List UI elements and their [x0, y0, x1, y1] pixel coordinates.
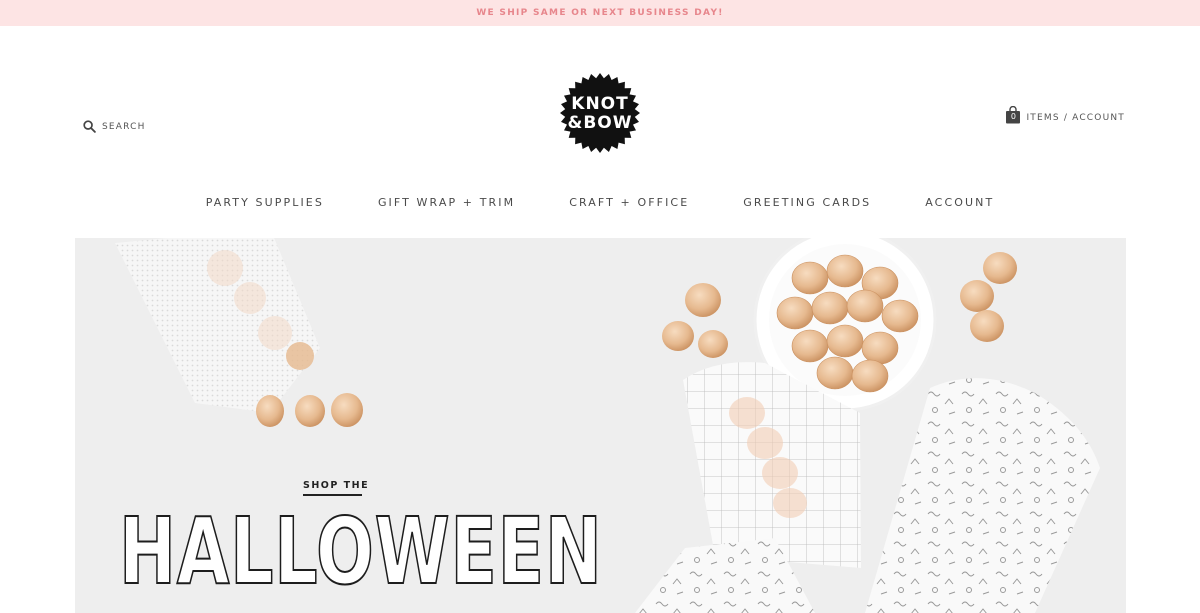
- nav-greeting-cards[interactable]: GREETING CARDS: [743, 196, 871, 209]
- bowl-candy: [846, 289, 884, 323]
- logo-badge: KNOT &BOW: [560, 73, 640, 153]
- loose-candies-left: [256, 393, 363, 427]
- search-icon: [83, 120, 96, 133]
- nav-party-supplies[interactable]: PARTY SUPPLIES: [206, 196, 324, 209]
- announcement-bar: WE SHIP SAME OR NEXT BUSINESS DAY!: [0, 0, 1200, 26]
- patterned-paper-bag: [865, 378, 1100, 613]
- hero-banner[interactable]: SHOP THE HALLOWEEN: [75, 238, 1126, 613]
- logo-line-1: KNOT: [571, 94, 628, 114]
- hero-title: HALLOWEEN: [118, 498, 603, 605]
- hero-eyebrow: SHOP THE: [303, 480, 370, 491]
- search-button[interactable]: SEARCH: [83, 120, 146, 133]
- nav-account[interactable]: ACCOUNT: [925, 196, 994, 209]
- cart-count: 0: [1010, 112, 1016, 121]
- announcement-text: WE SHIP SAME OR NEXT BUSINESS DAY!: [476, 8, 724, 18]
- bowl-candy: [816, 356, 854, 390]
- bowl-candy: [826, 324, 864, 358]
- loose-candies-middle: [662, 283, 728, 358]
- bowl-candy: [861, 331, 899, 365]
- bowl-candy: [811, 291, 849, 325]
- cart-account-link[interactable]: 0 ITEMS / ACCOUNT: [1005, 106, 1125, 124]
- hero-eyebrow-underline: [303, 494, 362, 496]
- site-logo[interactable]: KNOT &BOW: [559, 73, 641, 153]
- loose-candies-right: [960, 252, 1017, 342]
- bowl-candy: [826, 254, 864, 288]
- bowl-candy: [776, 296, 814, 330]
- nav-gift-wrap-trim[interactable]: GIFT WRAP + TRIM: [378, 196, 515, 209]
- bowl-candy: [881, 299, 919, 333]
- bowl-candy: [791, 329, 829, 363]
- bowl-candy: [791, 261, 829, 295]
- main-nav: PARTY SUPPLIES GIFT WRAP + TRIM CRAFT + …: [0, 196, 1200, 209]
- cart-bag[interactable]: 0: [1005, 106, 1021, 124]
- search-label: SEARCH: [102, 121, 146, 132]
- items-account-label: ITEMS / ACCOUNT: [1026, 113, 1125, 123]
- dotted-treat-bag: [115, 238, 320, 413]
- nav-craft-office[interactable]: CRAFT + OFFICE: [569, 196, 689, 209]
- bowl-candy: [851, 359, 889, 393]
- logo-line-2: &BOW: [568, 113, 633, 133]
